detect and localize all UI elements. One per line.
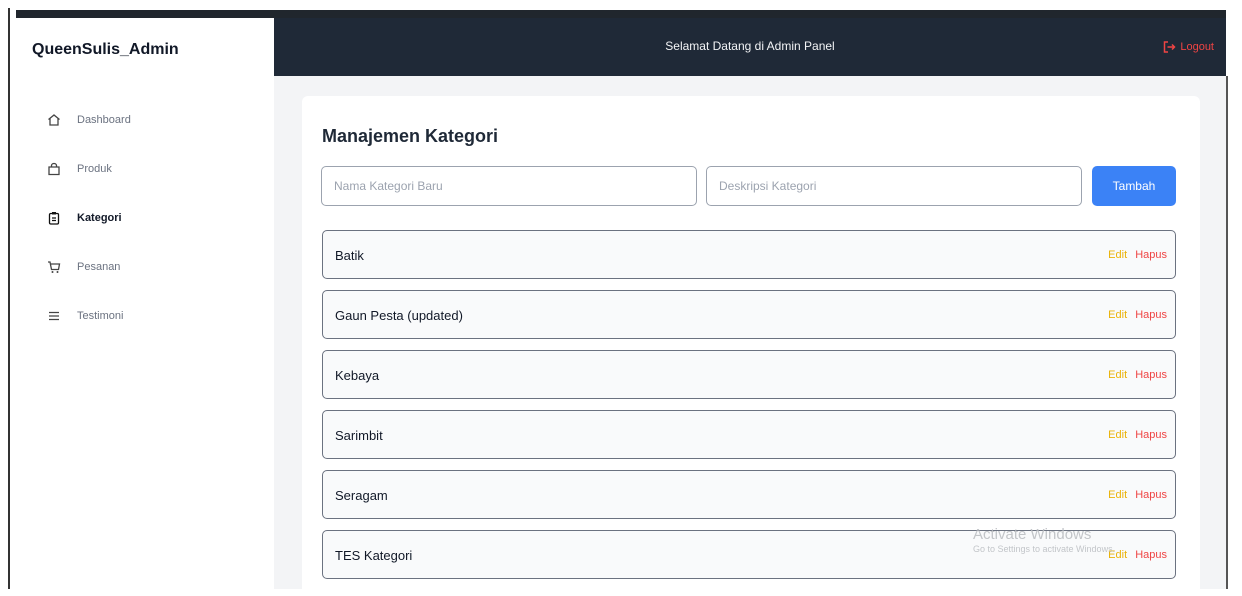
window-top-bar <box>16 10 1226 18</box>
row-actions: Edit Hapus <box>1108 549 1167 561</box>
category-name: Kebaya <box>335 368 380 383</box>
category-card: Manajemen Kategori Tambah Batik Edit Hap… <box>302 96 1200 596</box>
logout-icon <box>1164 41 1176 53</box>
category-name: TES Kategori <box>335 548 413 563</box>
edit-button[interactable]: Edit <box>1108 489 1127 501</box>
list-item: Gaun Pesta (updated) Edit Hapus <box>322 290 1176 339</box>
clipboard-icon <box>46 210 62 226</box>
scrollbar[interactable] <box>1226 76 1228 589</box>
window-left-edge <box>8 8 10 589</box>
add-category-button[interactable]: Tambah <box>1092 166 1176 206</box>
row-actions: Edit Hapus <box>1108 309 1167 321</box>
category-name: Gaun Pesta (updated) <box>335 308 463 323</box>
row-actions: Edit Hapus <box>1108 369 1167 381</box>
delete-button[interactable]: Hapus <box>1135 489 1167 501</box>
sidebar-item-label: Testimoni <box>77 309 124 322</box>
top-header: Selamat Datang di Admin Panel Logout <box>274 18 1226 76</box>
row-actions: Edit Hapus <box>1108 489 1167 501</box>
watermark-subtitle: Go to Settings to activate Windows. <box>973 544 1116 554</box>
list-item: Seragam Edit Hapus <box>322 470 1176 519</box>
delete-button[interactable]: Hapus <box>1135 429 1167 441</box>
sidebar-item-label: Kategori <box>77 211 122 224</box>
header-title: Selamat Datang di Admin Panel <box>665 39 835 53</box>
sidebar-item-label: Produk <box>77 162 112 175</box>
activation-watermark: Activate Windows Go to Settings to activ… <box>973 526 1115 554</box>
edit-button[interactable]: Edit <box>1108 249 1127 261</box>
sidebar-item-produk[interactable]: Produk <box>46 144 131 193</box>
delete-button[interactable]: Hapus <box>1135 549 1167 561</box>
list-item: Batik Edit Hapus <box>322 230 1176 279</box>
sidebar-item-testimoni[interactable]: Testimoni <box>46 291 131 340</box>
sidebar-item-label: Pesanan <box>77 260 121 273</box>
category-description-input[interactable] <box>706 166 1082 206</box>
logout-label: Logout <box>1180 41 1214 53</box>
edit-button[interactable]: Edit <box>1108 309 1127 321</box>
sidebar-item-label: Dashboard <box>77 113 131 126</box>
row-actions: Edit Hapus <box>1108 249 1167 261</box>
row-actions: Edit Hapus <box>1108 429 1167 441</box>
edit-button[interactable]: Edit <box>1108 369 1127 381</box>
bag-icon <box>46 161 62 177</box>
cart-icon <box>46 259 62 275</box>
category-name-input[interactable] <box>321 166 697 206</box>
sidebar-nav: Dashboard Produk Kategori Pesanan Testim… <box>46 95 131 340</box>
category-name: Batik <box>335 248 364 263</box>
delete-button[interactable]: Hapus <box>1135 369 1167 381</box>
delete-button[interactable]: Hapus <box>1135 309 1167 321</box>
menu-lines-icon <box>46 308 62 324</box>
brand-title: QueenSulis_Admin <box>32 41 179 58</box>
sidebar-item-kategori[interactable]: Kategori <box>46 193 131 242</box>
home-icon <box>46 112 62 128</box>
watermark-title: Activate Windows <box>973 526 1092 543</box>
logout-button[interactable]: Logout <box>1162 40 1214 54</box>
delete-button[interactable]: Hapus <box>1135 249 1167 261</box>
list-item: Sarimbit Edit Hapus <box>322 410 1176 459</box>
sidebar-item-pesanan[interactable]: Pesanan <box>46 242 131 291</box>
page-title: Manajemen Kategori <box>322 126 499 146</box>
app-window: QueenSulis_Admin Dashboard Produk Katego… <box>0 0 1242 596</box>
category-name: Sarimbit <box>335 428 383 443</box>
list-item: Kebaya Edit Hapus <box>322 350 1176 399</box>
sidebar-item-dashboard[interactable]: Dashboard <box>46 95 131 144</box>
edit-button[interactable]: Edit <box>1108 429 1127 441</box>
category-name: Seragam <box>335 488 388 503</box>
main-content: Manajemen Kategori Tambah Batik Edit Hap… <box>274 76 1226 596</box>
